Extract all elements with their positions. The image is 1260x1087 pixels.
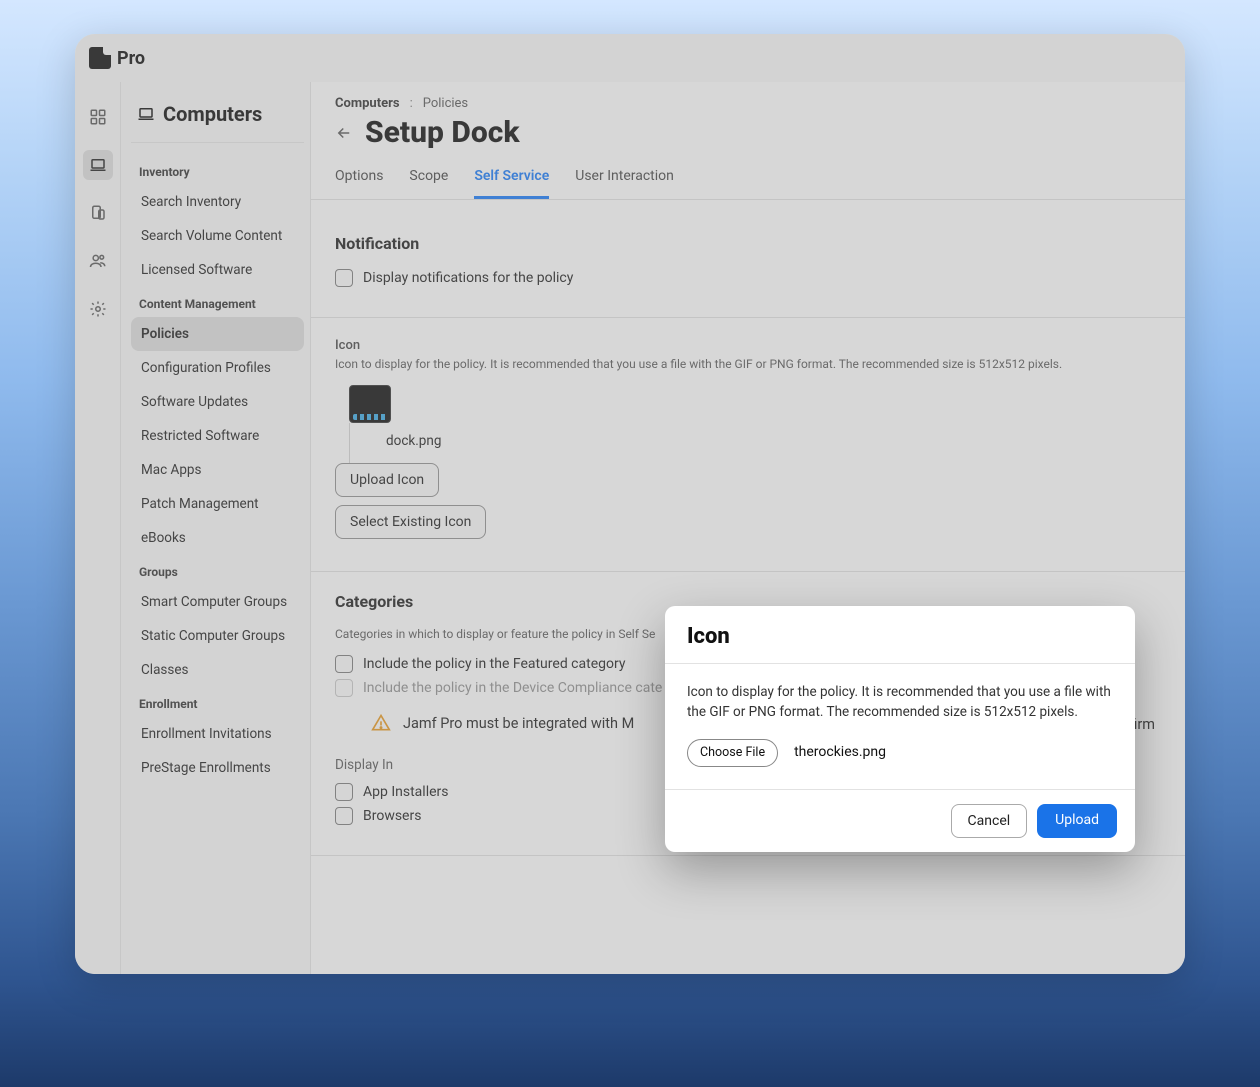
icon-filename: dock.png bbox=[349, 423, 1161, 463]
brand-mark-icon bbox=[89, 47, 111, 69]
sidebar-item-licensed-software[interactable]: Licensed Software bbox=[131, 253, 304, 287]
breadcrumb-sep: : bbox=[410, 96, 413, 111]
app-window: Pro Computers bbox=[75, 34, 1185, 974]
sidebar-item-restricted-software[interactable]: Restricted Software bbox=[131, 419, 304, 453]
tabs: Options Scope Self Service User Interact… bbox=[311, 150, 1185, 200]
display-in-label: Display In bbox=[335, 757, 718, 773]
sidebar-item-enrollment-invitations[interactable]: Enrollment Invitations bbox=[131, 717, 304, 751]
sidebar-section-enrollment: Enrollment bbox=[131, 687, 304, 717]
sidebar-section-inventory: Inventory bbox=[131, 155, 304, 185]
sidebar-item-policies[interactable]: Policies bbox=[131, 317, 304, 351]
display-in-browsers-label: Browsers bbox=[363, 808, 421, 824]
back-button[interactable] bbox=[335, 124, 353, 142]
featured-checkbox[interactable] bbox=[335, 655, 353, 673]
icon-block: Icon Icon to display for the policy. It … bbox=[311, 318, 1185, 572]
icon-preview-thumbnail bbox=[349, 385, 391, 423]
upload-icon-modal: Icon Icon to display for the policy. It … bbox=[665, 606, 1135, 852]
rail-users[interactable] bbox=[83, 246, 113, 276]
breadcrumb-root[interactable]: Computers bbox=[335, 96, 400, 111]
upload-button[interactable]: Upload bbox=[1037, 804, 1117, 838]
tab-scope[interactable]: Scope bbox=[409, 168, 448, 199]
featured-checkbox-label: Include the policy in the Featured categ… bbox=[363, 656, 625, 672]
modal-title: Icon bbox=[687, 624, 1113, 649]
modal-description: Icon to display for the policy. It is re… bbox=[687, 682, 1113, 723]
dashboard-icon bbox=[89, 108, 107, 126]
compliance-checkbox-label: Include the policy in the Device Complia… bbox=[363, 680, 662, 696]
sidebar-item-smart-computer-groups[interactable]: Smart Computer Groups bbox=[131, 585, 304, 619]
file-picker-row: Choose File therockies.png bbox=[687, 739, 1113, 768]
chosen-filename: therockies.png bbox=[794, 742, 886, 763]
page-title: Setup Dock bbox=[365, 115, 520, 150]
sidebar-item-ebooks[interactable]: eBooks bbox=[131, 521, 304, 555]
display-in-browsers-row[interactable]: Browsers bbox=[335, 807, 718, 825]
sidebar-item-static-computer-groups[interactable]: Static Computer Groups bbox=[131, 619, 304, 653]
notification-checkbox[interactable] bbox=[335, 269, 353, 287]
display-in-browsers-checkbox[interactable] bbox=[335, 807, 353, 825]
topbar: Pro bbox=[75, 34, 1185, 82]
devices-icon bbox=[89, 204, 107, 222]
sidebar-section-groups: Groups bbox=[131, 555, 304, 585]
sidebar-item-configuration-profiles[interactable]: Configuration Profiles bbox=[131, 351, 304, 385]
sidebar-item-search-inventory[interactable]: Search Inventory bbox=[131, 185, 304, 219]
display-in-app-installers-label: App Installers bbox=[363, 784, 449, 800]
rail-settings[interactable] bbox=[83, 294, 113, 324]
sidebar-title-text: Computers bbox=[163, 102, 262, 126]
tab-self-service[interactable]: Self Service bbox=[474, 168, 549, 199]
compliance-checkbox bbox=[335, 679, 353, 697]
breadcrumb: Computers : Policies bbox=[335, 96, 1161, 111]
arrow-left-icon bbox=[335, 124, 353, 142]
content-scroll[interactable]: Notification Display notifications for t… bbox=[311, 200, 1185, 974]
tab-user-interaction[interactable]: User Interaction bbox=[575, 168, 674, 199]
select-existing-icon-button[interactable]: Select Existing Icon bbox=[335, 505, 486, 539]
laptop-icon bbox=[89, 156, 107, 174]
integration-warning-text: Jamf Pro must be integrated with M bbox=[403, 715, 634, 732]
sidebar-title: Computers bbox=[131, 96, 304, 143]
rail-dashboard[interactable] bbox=[83, 102, 113, 132]
laptop-icon bbox=[137, 105, 155, 123]
sidebar-item-mac-apps[interactable]: Mac Apps bbox=[131, 453, 304, 487]
sidebar-item-software-updates[interactable]: Software Updates bbox=[131, 385, 304, 419]
page-title-row: Setup Dock bbox=[335, 115, 1161, 150]
sidebar-item-search-volume-content[interactable]: Search Volume Content bbox=[131, 219, 304, 253]
display-in-app-installers-row[interactable]: App Installers bbox=[335, 783, 718, 801]
icon-heading: Icon bbox=[335, 338, 1161, 353]
display-in-app-installers-checkbox[interactable] bbox=[335, 783, 353, 801]
notification-block: Notification Display notifications for t… bbox=[311, 200, 1185, 318]
icon-helper: Icon to display for the policy. It is re… bbox=[335, 357, 1115, 371]
warning-icon bbox=[371, 713, 391, 733]
brand-product-name: Pro bbox=[117, 48, 145, 69]
upload-icon-button[interactable]: Upload Icon bbox=[335, 463, 439, 497]
sidebar-item-patch-management[interactable]: Patch Management bbox=[131, 487, 304, 521]
modal-body: Icon to display for the policy. It is re… bbox=[665, 664, 1135, 789]
brand-logo: Pro bbox=[89, 47, 145, 69]
sidebar: Computers Inventory Search Inventory Sea… bbox=[121, 82, 311, 974]
tab-options[interactable]: Options bbox=[335, 168, 383, 199]
rail-devices[interactable] bbox=[83, 198, 113, 228]
gear-icon bbox=[89, 300, 107, 318]
sidebar-item-classes[interactable]: Classes bbox=[131, 653, 304, 687]
users-icon bbox=[89, 252, 107, 270]
nav-iconrail bbox=[75, 82, 121, 974]
sidebar-section-content-management: Content Management bbox=[131, 287, 304, 317]
modal-footer: Cancel Upload bbox=[665, 789, 1135, 852]
notification-checkbox-row[interactable]: Display notifications for the policy bbox=[335, 269, 1161, 287]
cancel-button[interactable]: Cancel bbox=[951, 804, 1028, 838]
rail-computers[interactable] bbox=[83, 150, 113, 180]
integration-warning: Jamf Pro must be integrated with M bbox=[335, 703, 634, 745]
sidebar-item-prestage-enrollments[interactable]: PreStage Enrollments bbox=[131, 751, 304, 785]
modal-header: Icon bbox=[665, 606, 1135, 664]
notification-checkbox-label: Display notifications for the policy bbox=[363, 270, 573, 286]
choose-file-button[interactable]: Choose File bbox=[687, 739, 778, 768]
notification-heading: Notification bbox=[335, 234, 1161, 253]
breadcrumb-leaf[interactable]: Policies bbox=[423, 96, 468, 111]
main-header: Computers : Policies Setup Dock bbox=[311, 82, 1185, 150]
display-in-column: Display In App Installers Browsers bbox=[335, 751, 718, 831]
